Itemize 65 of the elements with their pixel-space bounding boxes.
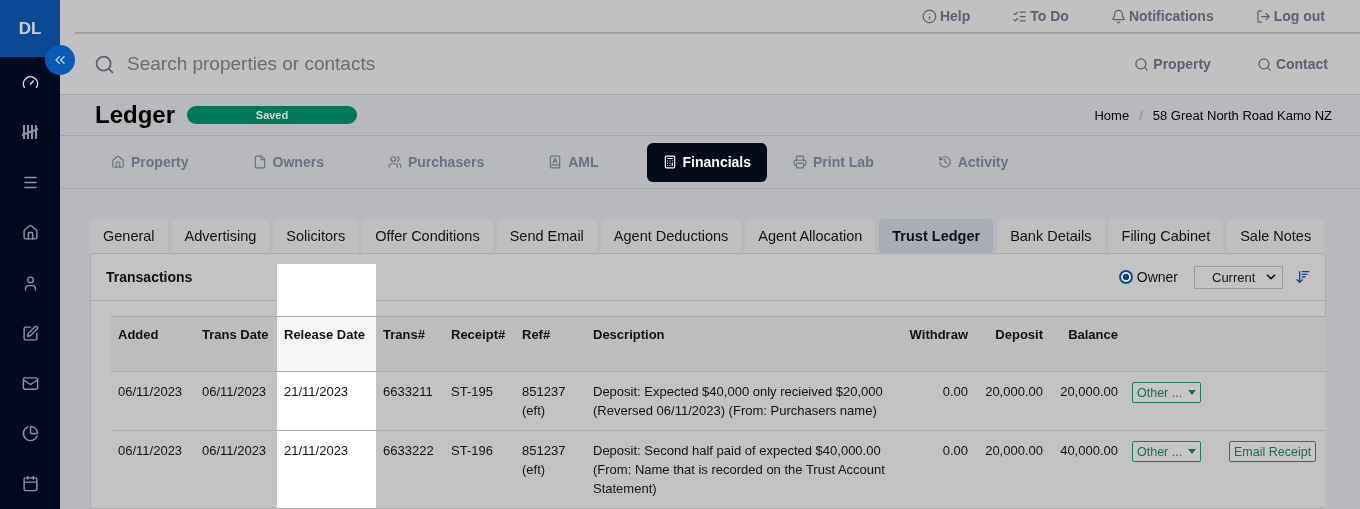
- caret-icon: [1188, 390, 1197, 395]
- panel-title: Transactions: [106, 269, 193, 285]
- email-receipt-button[interactable]: Email Receipt: [1229, 441, 1317, 462]
- column-header: Trans#: [376, 316, 444, 372]
- users-icon: [387, 155, 402, 169]
- column-header: Receipt#: [444, 316, 515, 372]
- table-cell: ST-195: [444, 371, 515, 431]
- search-icon: [1134, 56, 1150, 72]
- other-dropdown[interactable]: Other ...: [1132, 382, 1202, 403]
- search-icon: [94, 53, 115, 75]
- breadcrumb-link[interactable]: 58 Great North Road Kamo NZ: [1152, 107, 1332, 123]
- column-header: Trans Date: [195, 316, 277, 372]
- status-badge: Saved: [187, 106, 357, 124]
- table-cell: 06/11/2023: [195, 430, 277, 508]
- sub-tab[interactable]: Agent Deductions: [600, 219, 742, 253]
- table-cell: 0.00: [895, 371, 975, 431]
- table-cell: Deposit: Expected $40,000 only recieived $20,000 (Reversed 06/11/2023) (From: Purchasers name): [586, 371, 895, 431]
- column-header: Withdraw: [895, 316, 975, 372]
- search-field[interactable]: Search properties or contacts: [125, 52, 1089, 76]
- sort-icon: [1295, 269, 1311, 285]
- sort-button[interactable]: [1295, 269, 1311, 285]
- table-cell: 06/11/2023: [195, 371, 277, 431]
- table-cell: 851237 (eft): [515, 371, 586, 431]
- search-icon: [1256, 56, 1272, 72]
- sub-tab[interactable]: Sale Notes: [1227, 219, 1325, 253]
- period-select[interactable]: Current: [1194, 265, 1283, 289]
- table-cell: 6633211: [376, 371, 444, 431]
- file-icon: [252, 155, 267, 169]
- table-cell: 06/11/2023: [111, 371, 195, 431]
- sub-tab[interactable]: Filing Cabinet: [1108, 219, 1224, 253]
- logout-icon: [1255, 8, 1271, 24]
- home-icon: [111, 155, 125, 169]
- column-header: Balance: [1050, 316, 1125, 372]
- help-icon: [921, 8, 937, 24]
- breadcrumb-separator: /: [1139, 107, 1143, 123]
- sub-tab[interactable]: General: [90, 219, 168, 253]
- printer-icon: [793, 155, 807, 169]
- table-cell: 20,000.00: [975, 371, 1050, 431]
- other-dropdown[interactable]: Other ...: [1132, 441, 1202, 462]
- table-cell: 20,000.00: [1050, 371, 1125, 431]
- table-cell: 21/11/2023: [277, 430, 376, 508]
- passport-icon: [548, 155, 563, 169]
- sub-tab[interactable]: Send Email: [496, 219, 597, 253]
- history-icon: [937, 155, 952, 169]
- sub-tab[interactable]: Bank Details: [997, 219, 1105, 253]
- column-header: Deposit: [975, 316, 1050, 372]
- nav-tab[interactable]: Financials: [646, 142, 767, 182]
- calculator-icon: [662, 155, 677, 169]
- table-cell: 6633222: [376, 430, 444, 508]
- bell-icon: [1110, 8, 1126, 24]
- column-header: Ref#: [515, 316, 586, 372]
- user-initials[interactable]: DL: [0, 0, 60, 58]
- sub-tab[interactable]: Solicitors: [273, 219, 359, 253]
- caret-icon: [1188, 449, 1197, 454]
- breadcrumb-link[interactable]: Home: [1094, 107, 1130, 123]
- table-cell: 21/11/2023: [277, 371, 376, 431]
- owner-radio[interactable]: Owner: [1118, 269, 1178, 285]
- column-header: Added: [111, 316, 195, 372]
- todo-icon: [1012, 8, 1028, 24]
- sub-tab[interactable]: Agent Allocation: [745, 219, 876, 253]
- sub-tab[interactable]: Advertising: [171, 219, 270, 253]
- column-header: Description: [586, 316, 895, 372]
- sub-tab[interactable]: Offer Conditions: [362, 219, 493, 253]
- page-title: Ledger: [95, 101, 175, 129]
- sub-tab[interactable]: Trust Ledger: [879, 219, 994, 253]
